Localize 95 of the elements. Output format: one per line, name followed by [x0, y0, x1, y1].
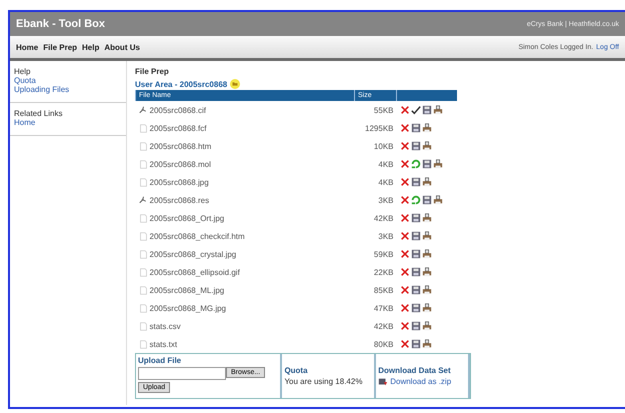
save-icon[interactable]	[410, 303, 420, 313]
window-title: Ebank - Tool Box	[16, 18, 106, 30]
file-name[interactable]: 2005src0868_ML.jpg	[150, 286, 224, 294]
file-name[interactable]: 2005src0868_checkcif.htm	[150, 232, 245, 240]
printer-icon[interactable]	[422, 267, 432, 277]
delete-icon[interactable]	[400, 339, 410, 349]
page-heading: File Prep	[135, 67, 170, 76]
save-icon[interactable]	[422, 195, 432, 205]
delete-icon[interactable]	[400, 249, 410, 259]
sidebar-link[interactable]: Quota	[14, 76, 122, 85]
download-icon[interactable]	[378, 376, 388, 386]
printer-icon[interactable]	[432, 195, 442, 205]
file-size: 85KB	[372, 284, 394, 296]
delete-icon[interactable]	[400, 195, 410, 205]
file-name[interactable]: 2005src0868.jpg	[150, 178, 209, 186]
delete-icon[interactable]	[400, 285, 410, 295]
printer-icon[interactable]	[422, 123, 432, 133]
file-name[interactable]: 2005src0868_crystal.jpg	[150, 250, 236, 258]
save-icon[interactable]	[410, 123, 420, 133]
file-size: 3KB	[377, 230, 394, 242]
file-size: 42KB	[372, 320, 394, 332]
sidebar-link[interactable]: Home	[14, 118, 122, 127]
check-icon[interactable]	[410, 105, 420, 115]
save-icon[interactable]	[410, 213, 420, 223]
save-icon[interactable]	[422, 159, 432, 169]
file-name[interactable]: stats.txt	[150, 340, 178, 348]
download-link[interactable]: Download as .zip	[390, 377, 452, 386]
delete-icon[interactable]	[400, 177, 410, 187]
file-name[interactable]: 2005src0868_MG.jpg	[150, 304, 226, 312]
quota-text: You are using 18.42%	[284, 377, 364, 386]
delete-icon[interactable]	[400, 267, 410, 277]
nav-link[interactable]: About Us	[104, 42, 140, 52]
printer-icon[interactable]	[422, 303, 432, 313]
nav-link[interactable]: Home	[16, 42, 38, 52]
file-size: 59KB	[372, 248, 394, 260]
sidebar-link[interactable]: Uploading Files	[14, 85, 122, 94]
file-name[interactable]: 2005src0868_Ort.jpg	[150, 214, 224, 222]
sidebar-heading: Related Links	[14, 109, 64, 118]
file-size: 4KB	[377, 158, 394, 170]
save-icon[interactable]	[410, 249, 420, 259]
nav-link[interactable]: Help	[82, 42, 100, 52]
refresh-icon[interactable]	[410, 195, 420, 205]
printer-icon[interactable]	[422, 249, 432, 259]
user-area-heading: User Area - 2005src0868	[135, 80, 228, 88]
file-name[interactable]: 2005src0868.cif	[150, 106, 206, 114]
delete-icon[interactable]	[400, 231, 410, 241]
file-size: 55KB	[354, 101, 396, 119]
file-name[interactable]: 2005src0868_ellipsoid.gif	[150, 268, 240, 276]
file-input[interactable]	[138, 367, 226, 380]
delete-icon[interactable]	[400, 123, 410, 133]
file-size: 42KB	[372, 212, 394, 224]
save-icon[interactable]	[422, 105, 432, 115]
save-icon[interactable]	[410, 231, 420, 241]
file-name[interactable]: 2005src0868.res	[150, 196, 210, 204]
file-size: 80KB	[372, 338, 394, 350]
printer-icon[interactable]	[432, 105, 442, 115]
file-name[interactable]: 2005src0868.htm	[150, 142, 212, 150]
refresh-icon[interactable]	[410, 159, 420, 169]
save-icon[interactable]	[410, 285, 420, 295]
save-icon[interactable]	[410, 141, 420, 151]
delete-icon[interactable]	[400, 303, 410, 313]
file-size: 22KB	[372, 266, 394, 278]
file-size: 10KB	[372, 140, 394, 152]
file-size: 1295KB	[364, 122, 394, 134]
printer-icon[interactable]	[422, 231, 432, 241]
save-icon[interactable]	[410, 177, 420, 187]
molecule-icon	[138, 196, 148, 204]
file-size: 3KB	[377, 194, 394, 206]
printer-icon[interactable]	[422, 213, 432, 223]
printer-icon[interactable]	[432, 159, 442, 169]
download-heading: Download Data Set	[378, 366, 452, 374]
file-name[interactable]: 2005src0868.fcf	[150, 124, 206, 132]
printer-icon[interactable]	[422, 285, 432, 295]
printer-icon[interactable]	[422, 141, 432, 151]
file-name[interactable]: stats.csv	[150, 322, 181, 330]
save-icon[interactable]	[410, 321, 420, 331]
delete-icon[interactable]	[400, 213, 410, 223]
sidebar-heading: Help	[14, 67, 32, 76]
printer-icon[interactable]	[422, 339, 432, 349]
printer-icon[interactable]	[422, 177, 432, 187]
save-icon[interactable]	[410, 339, 420, 349]
printer-icon[interactable]	[422, 321, 432, 331]
folder-icon[interactable]	[230, 79, 240, 89]
file-size: 47KB	[372, 302, 394, 314]
file-size: 4KB	[377, 176, 394, 188]
nav-link[interactable]: File Prep	[43, 42, 78, 52]
save-icon[interactable]	[410, 267, 420, 277]
molecule-icon	[138, 106, 148, 114]
quota-heading: Quota	[284, 366, 309, 375]
delete-icon[interactable]	[400, 105, 410, 115]
file-name[interactable]: 2005src0868.mol	[150, 160, 211, 168]
delete-icon[interactable]	[400, 141, 410, 151]
delete-icon[interactable]	[400, 159, 410, 169]
upload-heading: Upload File	[138, 356, 182, 365]
delete-icon[interactable]	[400, 321, 410, 331]
